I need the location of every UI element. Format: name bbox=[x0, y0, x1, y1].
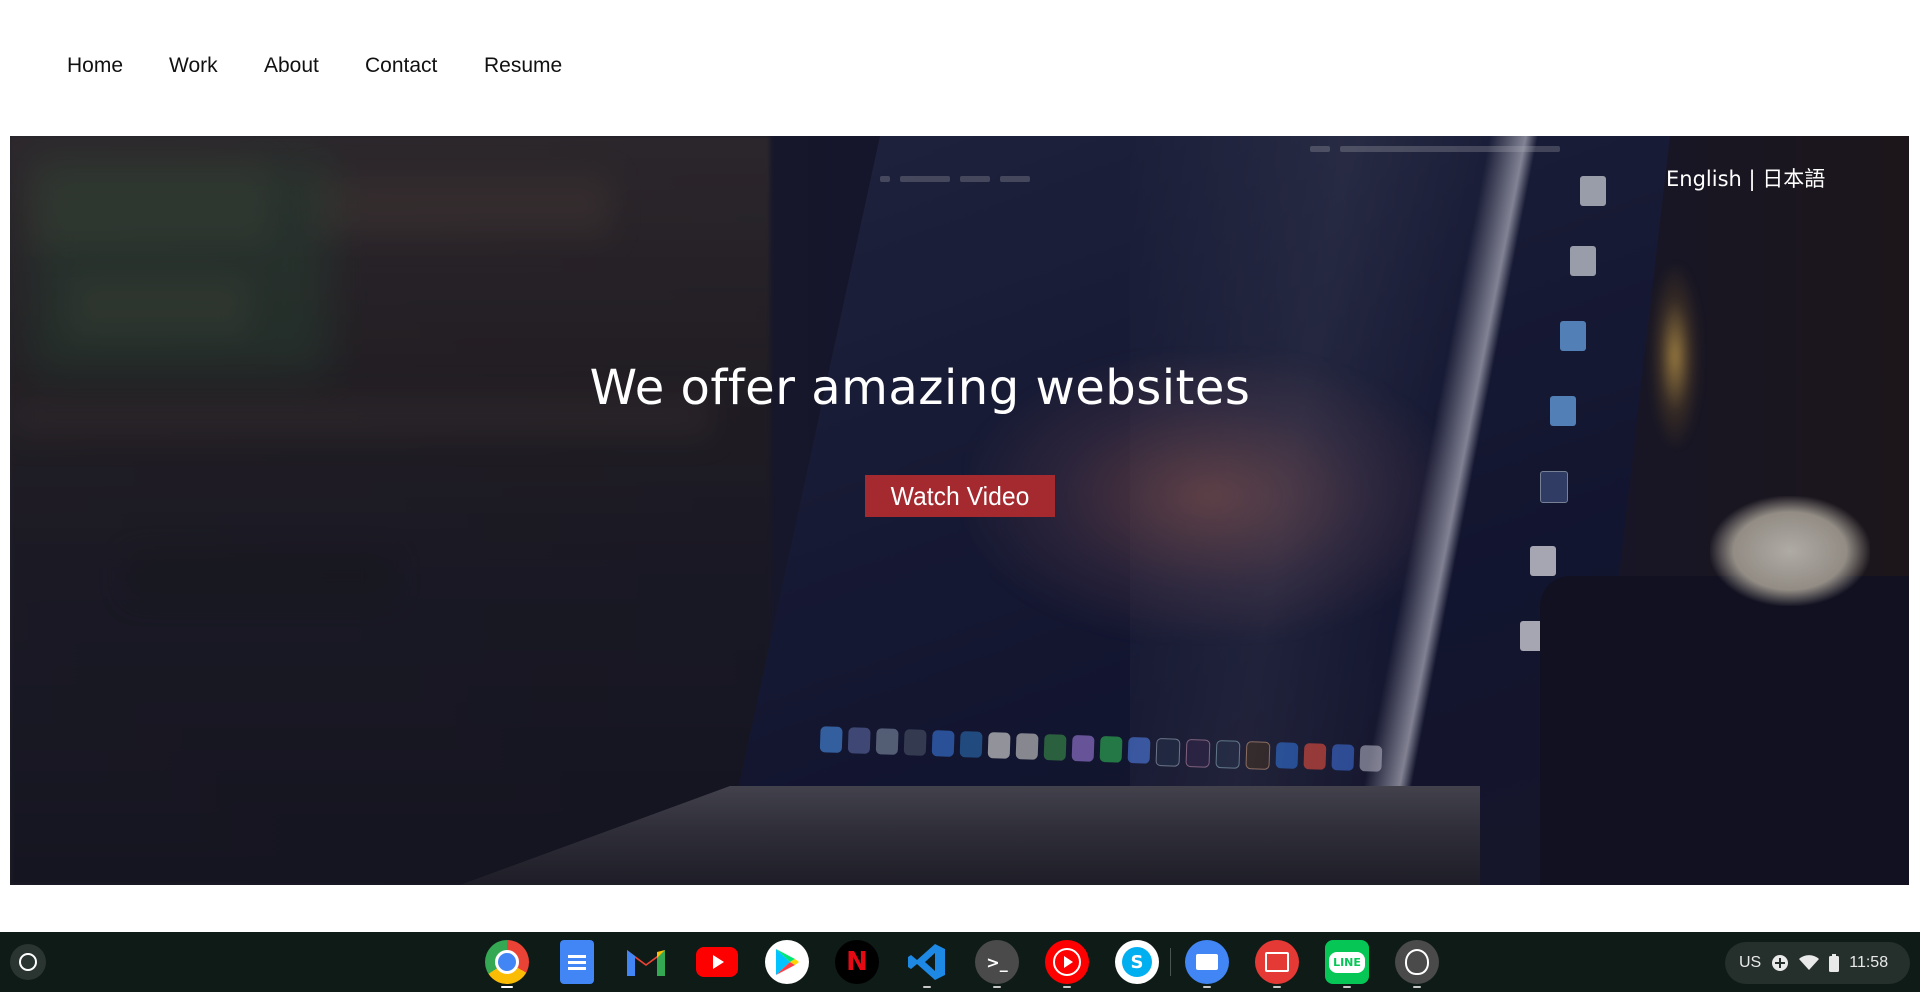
docs-icon[interactable] bbox=[560, 940, 594, 984]
nav-work[interactable]: Work bbox=[169, 54, 218, 78]
os-shelf bbox=[0, 932, 1920, 992]
main-nav: Home Work About Contact Resume bbox=[0, 0, 1920, 136]
language-switch[interactable]: English | 日本語 bbox=[1666, 163, 1825, 193]
terminal-icon[interactable]: >_ bbox=[975, 940, 1019, 984]
files-running-indicator bbox=[1203, 986, 1211, 988]
gmail-icon[interactable] bbox=[624, 940, 668, 984]
status-tray[interactable]: US 11:58 bbox=[1725, 942, 1910, 984]
battery-icon bbox=[1829, 954, 1840, 972]
vscode-running-indicator bbox=[923, 986, 931, 988]
youtube-music-running-indicator bbox=[1063, 986, 1071, 988]
launcher-icon bbox=[19, 953, 37, 971]
nav-resume[interactable]: Resume bbox=[484, 54, 562, 78]
line-icon[interactable]: LINE bbox=[1325, 940, 1369, 984]
chrome-icon[interactable] bbox=[485, 940, 529, 984]
gallery-icon[interactable] bbox=[1255, 940, 1299, 984]
wifi-icon bbox=[1799, 955, 1820, 971]
add-circle-icon bbox=[1771, 954, 1789, 972]
launcher-button[interactable] bbox=[10, 944, 46, 980]
terminal-running-indicator bbox=[993, 986, 1001, 988]
shelf-divider bbox=[1170, 948, 1171, 976]
chrome-active-indicator bbox=[501, 986, 513, 988]
extension-icon[interactable] bbox=[1395, 940, 1439, 984]
nav-about[interactable]: About bbox=[264, 54, 319, 78]
netflix-icon[interactable]: N bbox=[835, 940, 879, 984]
skype-icon[interactable]: S bbox=[1115, 940, 1159, 984]
youtube-music-icon[interactable] bbox=[1045, 940, 1089, 984]
hero-headline-text: We offer amazing websites bbox=[589, 360, 1251, 416]
nav-contact[interactable]: Contact bbox=[365, 54, 437, 78]
hero-headline: We offer amazing websites bbox=[0, 360, 1920, 416]
extension-running-indicator bbox=[1413, 986, 1421, 988]
watch-video-button[interactable]: Watch Video bbox=[865, 475, 1055, 517]
clock: 11:58 bbox=[1849, 954, 1889, 971]
vscode-icon[interactable] bbox=[905, 940, 949, 984]
youtube-icon[interactable] bbox=[695, 940, 739, 984]
keyboard-layout: US bbox=[1739, 954, 1762, 971]
nav-home[interactable]: Home bbox=[67, 54, 123, 78]
files-icon[interactable] bbox=[1185, 940, 1229, 984]
line-running-indicator bbox=[1343, 986, 1351, 988]
gallery-running-indicator bbox=[1273, 986, 1281, 988]
play-store-icon[interactable] bbox=[765, 940, 809, 984]
